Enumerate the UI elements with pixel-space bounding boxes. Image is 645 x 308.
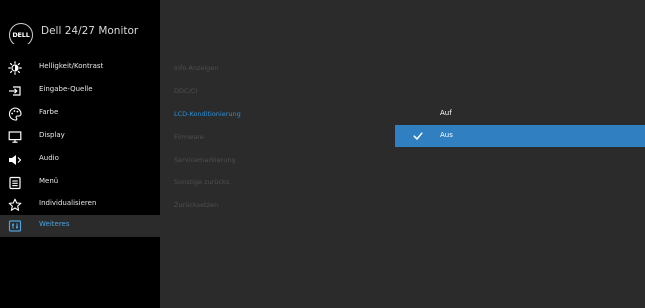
submenu-item-other-reset[interactable]: Sonstige zurücks.	[174, 178, 231, 186]
sidebar-item-audio[interactable]: Audio	[0, 149, 160, 171]
submenu-item-factory-reset[interactable]: Zurücksetzen	[174, 201, 218, 209]
speaker-icon	[8, 153, 22, 167]
option-off[interactable]: Aus	[395, 125, 645, 147]
sidebar-item-brightness-contrast[interactable]: Helligkeit/Kontrast	[0, 57, 160, 79]
submenu-item-firmware[interactable]: Firmware	[174, 133, 204, 141]
brightness-icon	[8, 61, 22, 75]
sidebar-item-label: Farbe	[39, 108, 59, 116]
color-palette-icon	[8, 107, 22, 121]
menu-icon	[8, 176, 22, 190]
option-label: Aus	[440, 131, 453, 139]
submenu-item-lcd-conditioning[interactable]: LCD-Konditionierung	[174, 110, 241, 118]
sidebar-item-label: Weiteres	[39, 220, 70, 228]
sidebar-item-display[interactable]: Display	[0, 126, 160, 148]
input-source-icon	[8, 84, 22, 98]
submenu-item-display-info[interactable]: Info Anzeigen	[174, 64, 218, 72]
osd-header: DELL Dell 24/27 Monitor	[0, 0, 160, 47]
star-icon	[8, 198, 22, 212]
sidebar-item-label: Eingabe-Quelle	[39, 85, 93, 93]
monitor-osd: DELL Dell 24/27 Monitor Helligkeit/Kontr…	[0, 0, 645, 308]
submenu-item-ddc-ci[interactable]: DDC/CI	[174, 87, 197, 95]
sidebar-item-input-source[interactable]: Eingabe-Quelle	[0, 80, 160, 102]
monitor-model-title: Dell 24/27 Monitor	[41, 25, 139, 37]
sidebar-item-label: Individualisieren	[39, 199, 97, 207]
option-label: Auf	[440, 109, 452, 117]
sidebar-item-label: Audio	[39, 154, 59, 162]
option-on[interactable]: Auf	[395, 103, 645, 125]
submenu-item-service-tag[interactable]: Servicemarkierung	[174, 156, 236, 164]
sidebar-item-label: Display	[39, 131, 65, 139]
sidebar-item-label: Menü	[39, 177, 59, 185]
checkmark-icon	[413, 131, 423, 141]
sidebar-item-personalize[interactable]: Individualisieren	[0, 194, 160, 216]
sidebar-item-menu[interactable]: Menü	[0, 172, 160, 194]
display-icon	[8, 130, 22, 144]
sidebar-item-others[interactable]: Weiteres	[0, 215, 160, 237]
sidebar-item-color[interactable]: Farbe	[0, 103, 160, 125]
other-icon	[8, 219, 22, 233]
sidebar-item-label: Helligkeit/Kontrast	[39, 62, 104, 70]
